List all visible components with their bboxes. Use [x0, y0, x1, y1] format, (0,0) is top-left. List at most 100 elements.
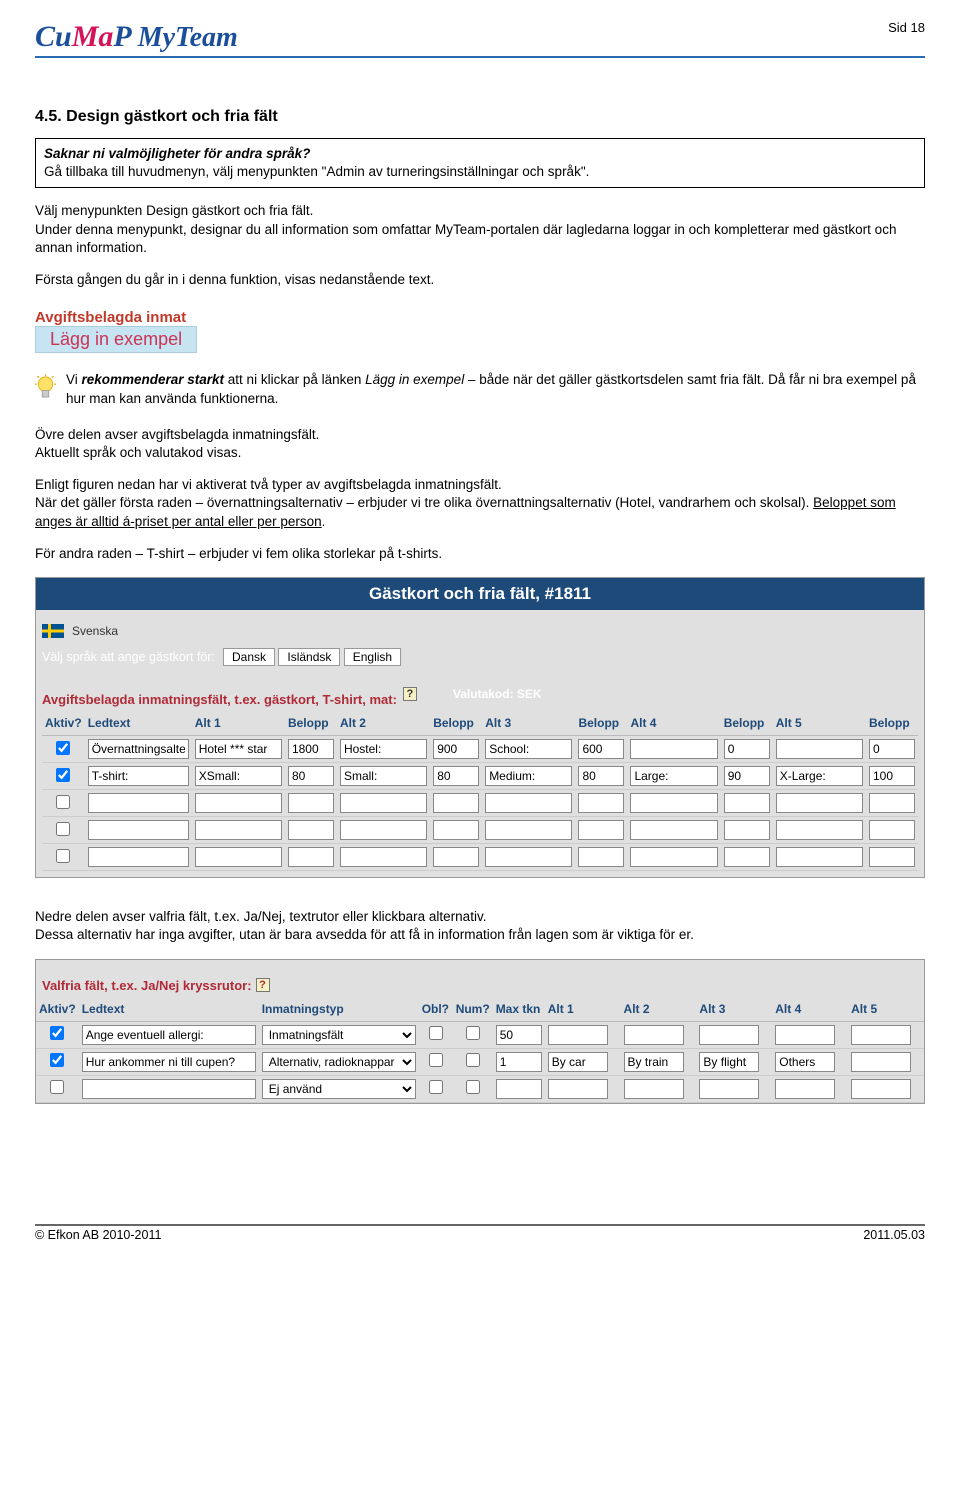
alt-input[interactable] [851, 1079, 911, 1099]
alt-input[interactable] [630, 847, 717, 867]
amount-input[interactable] [288, 820, 334, 840]
alt-input[interactable] [624, 1079, 684, 1099]
ledtext-input[interactable] [82, 1079, 256, 1099]
alt-input[interactable] [624, 1025, 684, 1045]
amount-input[interactable] [433, 847, 479, 867]
max-input[interactable] [496, 1025, 542, 1045]
ledtext-input[interactable] [82, 1025, 256, 1045]
alt-input[interactable] [340, 793, 427, 813]
amount-input[interactable] [724, 793, 770, 813]
amount-input[interactable] [869, 766, 915, 786]
alt-input[interactable] [485, 820, 572, 840]
obl-checkbox[interactable] [429, 1053, 443, 1067]
amount-input[interactable] [288, 847, 334, 867]
ledtext-input[interactable] [88, 766, 189, 786]
amount-input[interactable] [433, 820, 479, 840]
alt-input[interactable] [630, 766, 717, 786]
alt-input[interactable] [699, 1052, 759, 1072]
amount-input[interactable] [869, 739, 915, 759]
alt-input[interactable] [624, 1052, 684, 1072]
alt-input[interactable] [340, 847, 427, 867]
input-type-select[interactable]: Inmatningsfält [262, 1025, 416, 1045]
amount-input[interactable] [724, 847, 770, 867]
active-checkbox[interactable] [50, 1053, 64, 1067]
num-checkbox[interactable] [466, 1080, 480, 1094]
num-checkbox[interactable] [466, 1053, 480, 1067]
alt-input[interactable] [485, 739, 572, 759]
num-checkbox[interactable] [466, 1026, 480, 1040]
active-checkbox[interactable] [56, 741, 70, 755]
amount-input[interactable] [288, 793, 334, 813]
amount-input[interactable] [433, 766, 479, 786]
max-input[interactable] [496, 1052, 542, 1072]
active-checkbox[interactable] [50, 1026, 64, 1040]
alt-input[interactable] [195, 820, 282, 840]
ledtext-input[interactable] [88, 739, 189, 759]
alt-input[interactable] [485, 847, 572, 867]
alt-input[interactable] [630, 820, 717, 840]
alt-input[interactable] [195, 766, 282, 786]
active-checkbox[interactable] [50, 1080, 64, 1094]
alt-input[interactable] [776, 847, 863, 867]
amount-input[interactable] [578, 766, 624, 786]
active-checkbox[interactable] [56, 768, 70, 782]
alt-input[interactable] [548, 1052, 608, 1072]
amount-input[interactable] [869, 820, 915, 840]
optional-fields-label: Valfria fält, t.ex. Ja/Nej kryssrutor: [42, 978, 252, 993]
alt-input[interactable] [630, 739, 717, 759]
alt-input[interactable] [775, 1052, 835, 1072]
lagg-in-exempel-link[interactable]: Lägg in exempel [35, 326, 197, 353]
active-checkbox[interactable] [56, 822, 70, 836]
input-type-select[interactable]: Ej använd [262, 1079, 416, 1099]
amount-input[interactable] [578, 847, 624, 867]
amount-input[interactable] [433, 739, 479, 759]
ledtext-input[interactable] [88, 793, 189, 813]
alt-input[interactable] [699, 1025, 759, 1045]
amount-input[interactable] [724, 820, 770, 840]
alt-input[interactable] [776, 793, 863, 813]
ledtext-input[interactable] [82, 1052, 256, 1072]
alt-input[interactable] [851, 1025, 911, 1045]
language-button[interactable]: English [344, 648, 401, 666]
alt-input[interactable] [851, 1052, 911, 1072]
alt-input[interactable] [485, 766, 572, 786]
help-icon[interactable]: ? [256, 978, 270, 992]
alt-input[interactable] [630, 793, 717, 813]
alt-input[interactable] [195, 847, 282, 867]
active-checkbox[interactable] [56, 795, 70, 809]
max-input[interactable] [496, 1079, 542, 1099]
alt-input[interactable] [548, 1025, 608, 1045]
active-checkbox[interactable] [56, 849, 70, 863]
amount-input[interactable] [869, 847, 915, 867]
alt-input[interactable] [776, 820, 863, 840]
alt-input[interactable] [340, 739, 427, 759]
language-button[interactable]: Dansk [223, 648, 275, 666]
alt-input[interactable] [340, 766, 427, 786]
amount-input[interactable] [578, 739, 624, 759]
ledtext-input[interactable] [88, 847, 189, 867]
alt-input[interactable] [485, 793, 572, 813]
amount-input[interactable] [578, 820, 624, 840]
obl-checkbox[interactable] [429, 1026, 443, 1040]
obl-checkbox[interactable] [429, 1080, 443, 1094]
alt-input[interactable] [776, 739, 863, 759]
alt-input[interactable] [548, 1079, 608, 1099]
amount-input[interactable] [288, 739, 334, 759]
amount-input[interactable] [724, 739, 770, 759]
alt-input[interactable] [195, 793, 282, 813]
alt-input[interactable] [699, 1079, 759, 1099]
alt-input[interactable] [340, 820, 427, 840]
help-icon[interactable]: ? [403, 687, 417, 701]
alt-input[interactable] [195, 739, 282, 759]
alt-input[interactable] [775, 1025, 835, 1045]
amount-input[interactable] [288, 766, 334, 786]
alt-input[interactable] [775, 1079, 835, 1099]
amount-input[interactable] [433, 793, 479, 813]
amount-input[interactable] [724, 766, 770, 786]
ledtext-input[interactable] [88, 820, 189, 840]
amount-input[interactable] [869, 793, 915, 813]
language-button[interactable]: Isländsk [278, 648, 340, 666]
amount-input[interactable] [578, 793, 624, 813]
input-type-select[interactable]: Alternativ, radioknappar [262, 1052, 416, 1072]
alt-input[interactable] [776, 766, 863, 786]
